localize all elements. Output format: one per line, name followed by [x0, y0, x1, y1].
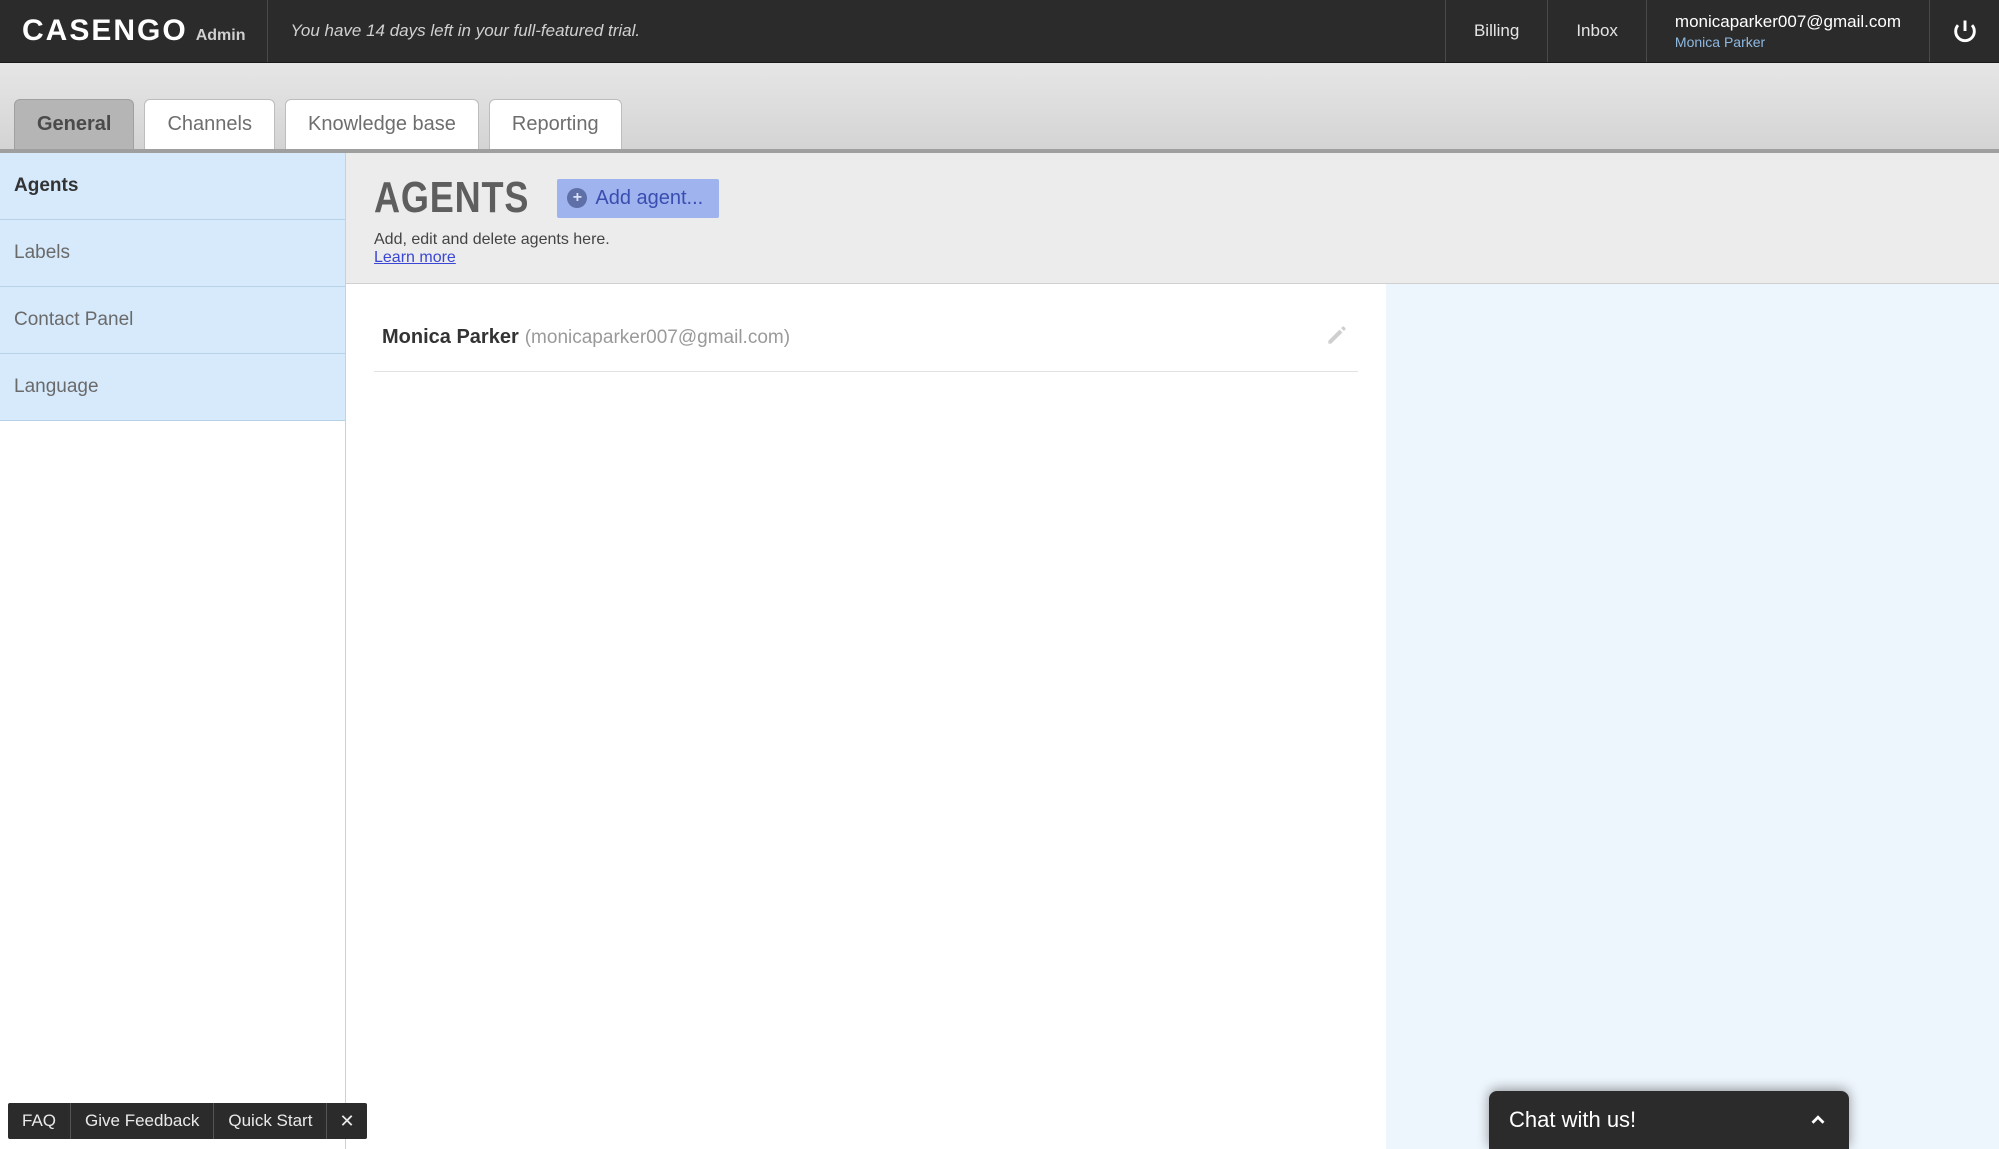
logo-area[interactable]: CASENGO Admin — [0, 0, 268, 62]
bottom-give-feedback[interactable]: Give Feedback — [71, 1103, 214, 1139]
bottom-bar: FAQ Give Feedback Quick Start ✕ — [8, 1103, 367, 1139]
bottom-faq[interactable]: FAQ — [8, 1103, 71, 1139]
add-agent-button[interactable]: + Add agent... — [557, 179, 719, 218]
user-email: monicaparker007@gmail.com — [1675, 12, 1901, 32]
tab-reporting[interactable]: Reporting — [489, 99, 622, 149]
plus-icon: + — [567, 188, 587, 208]
tab-general[interactable]: General — [14, 99, 134, 149]
main-content: Monica Parker (monicaparker007@gmail.com… — [346, 284, 1999, 1149]
edit-icon — [1324, 322, 1350, 348]
nav-inbox[interactable]: Inbox — [1547, 0, 1646, 62]
agent-name: Monica Parker — [382, 326, 519, 349]
logo-text: CASENGO — [22, 14, 188, 48]
agent-list: Monica Parker (monicaparker007@gmail.com… — [346, 284, 1386, 1149]
tab-strip: General Channels Knowledge base Reportin… — [0, 63, 1999, 153]
sidebar: Agents Labels Contact Panel Language — [0, 153, 346, 1149]
sidebar-item-labels[interactable]: Labels — [0, 220, 345, 287]
sidebar-item-language[interactable]: Language — [0, 354, 345, 421]
add-agent-label: Add agent... — [595, 187, 703, 210]
sidebar-item-contact-panel[interactable]: Contact Panel — [0, 287, 345, 354]
page-title: AGENTS — [374, 173, 529, 223]
agent-row[interactable]: Monica Parker (monicaparker007@gmail.com… — [374, 322, 1358, 372]
top-bar: CASENGO Admin You have 14 days left in y… — [0, 0, 1999, 63]
user-menu[interactable]: monicaparker007@gmail.com Monica Parker — [1646, 0, 1929, 62]
sidebar-item-agents[interactable]: Agents — [0, 153, 345, 220]
user-name: Monica Parker — [1675, 34, 1901, 50]
chat-widget[interactable]: Chat with us! — [1489, 1091, 1849, 1149]
tab-channels[interactable]: Channels — [144, 99, 275, 149]
bottom-quick-start[interactable]: Quick Start — [214, 1103, 327, 1139]
nav-billing[interactable]: Billing — [1445, 0, 1547, 62]
body: Agents Labels Contact Panel Language AGE… — [0, 153, 1999, 1149]
trial-message: You have 14 days left in your full-featu… — [268, 0, 1445, 62]
logo-subtitle: Admin — [196, 27, 246, 45]
power-icon — [1951, 17, 1979, 45]
main: AGENTS + Add agent... Add, edit and dele… — [346, 153, 1999, 1149]
page-header: AGENTS + Add agent... Add, edit and dele… — [346, 153, 1999, 284]
tab-knowledge-base[interactable]: Knowledge base — [285, 99, 479, 149]
agent-email: (monicaparker007@gmail.com) — [525, 327, 790, 349]
edit-agent-button[interactable] — [1324, 322, 1350, 353]
chat-label: Chat with us! — [1509, 1107, 1636, 1133]
learn-more-link[interactable]: Learn more — [374, 249, 456, 266]
chevron-up-icon — [1807, 1109, 1829, 1131]
logout-button[interactable] — [1929, 0, 1999, 62]
bottom-close-button[interactable]: ✕ — [327, 1111, 366, 1132]
page-subtitle: Add, edit and delete agents here. — [374, 231, 1971, 249]
